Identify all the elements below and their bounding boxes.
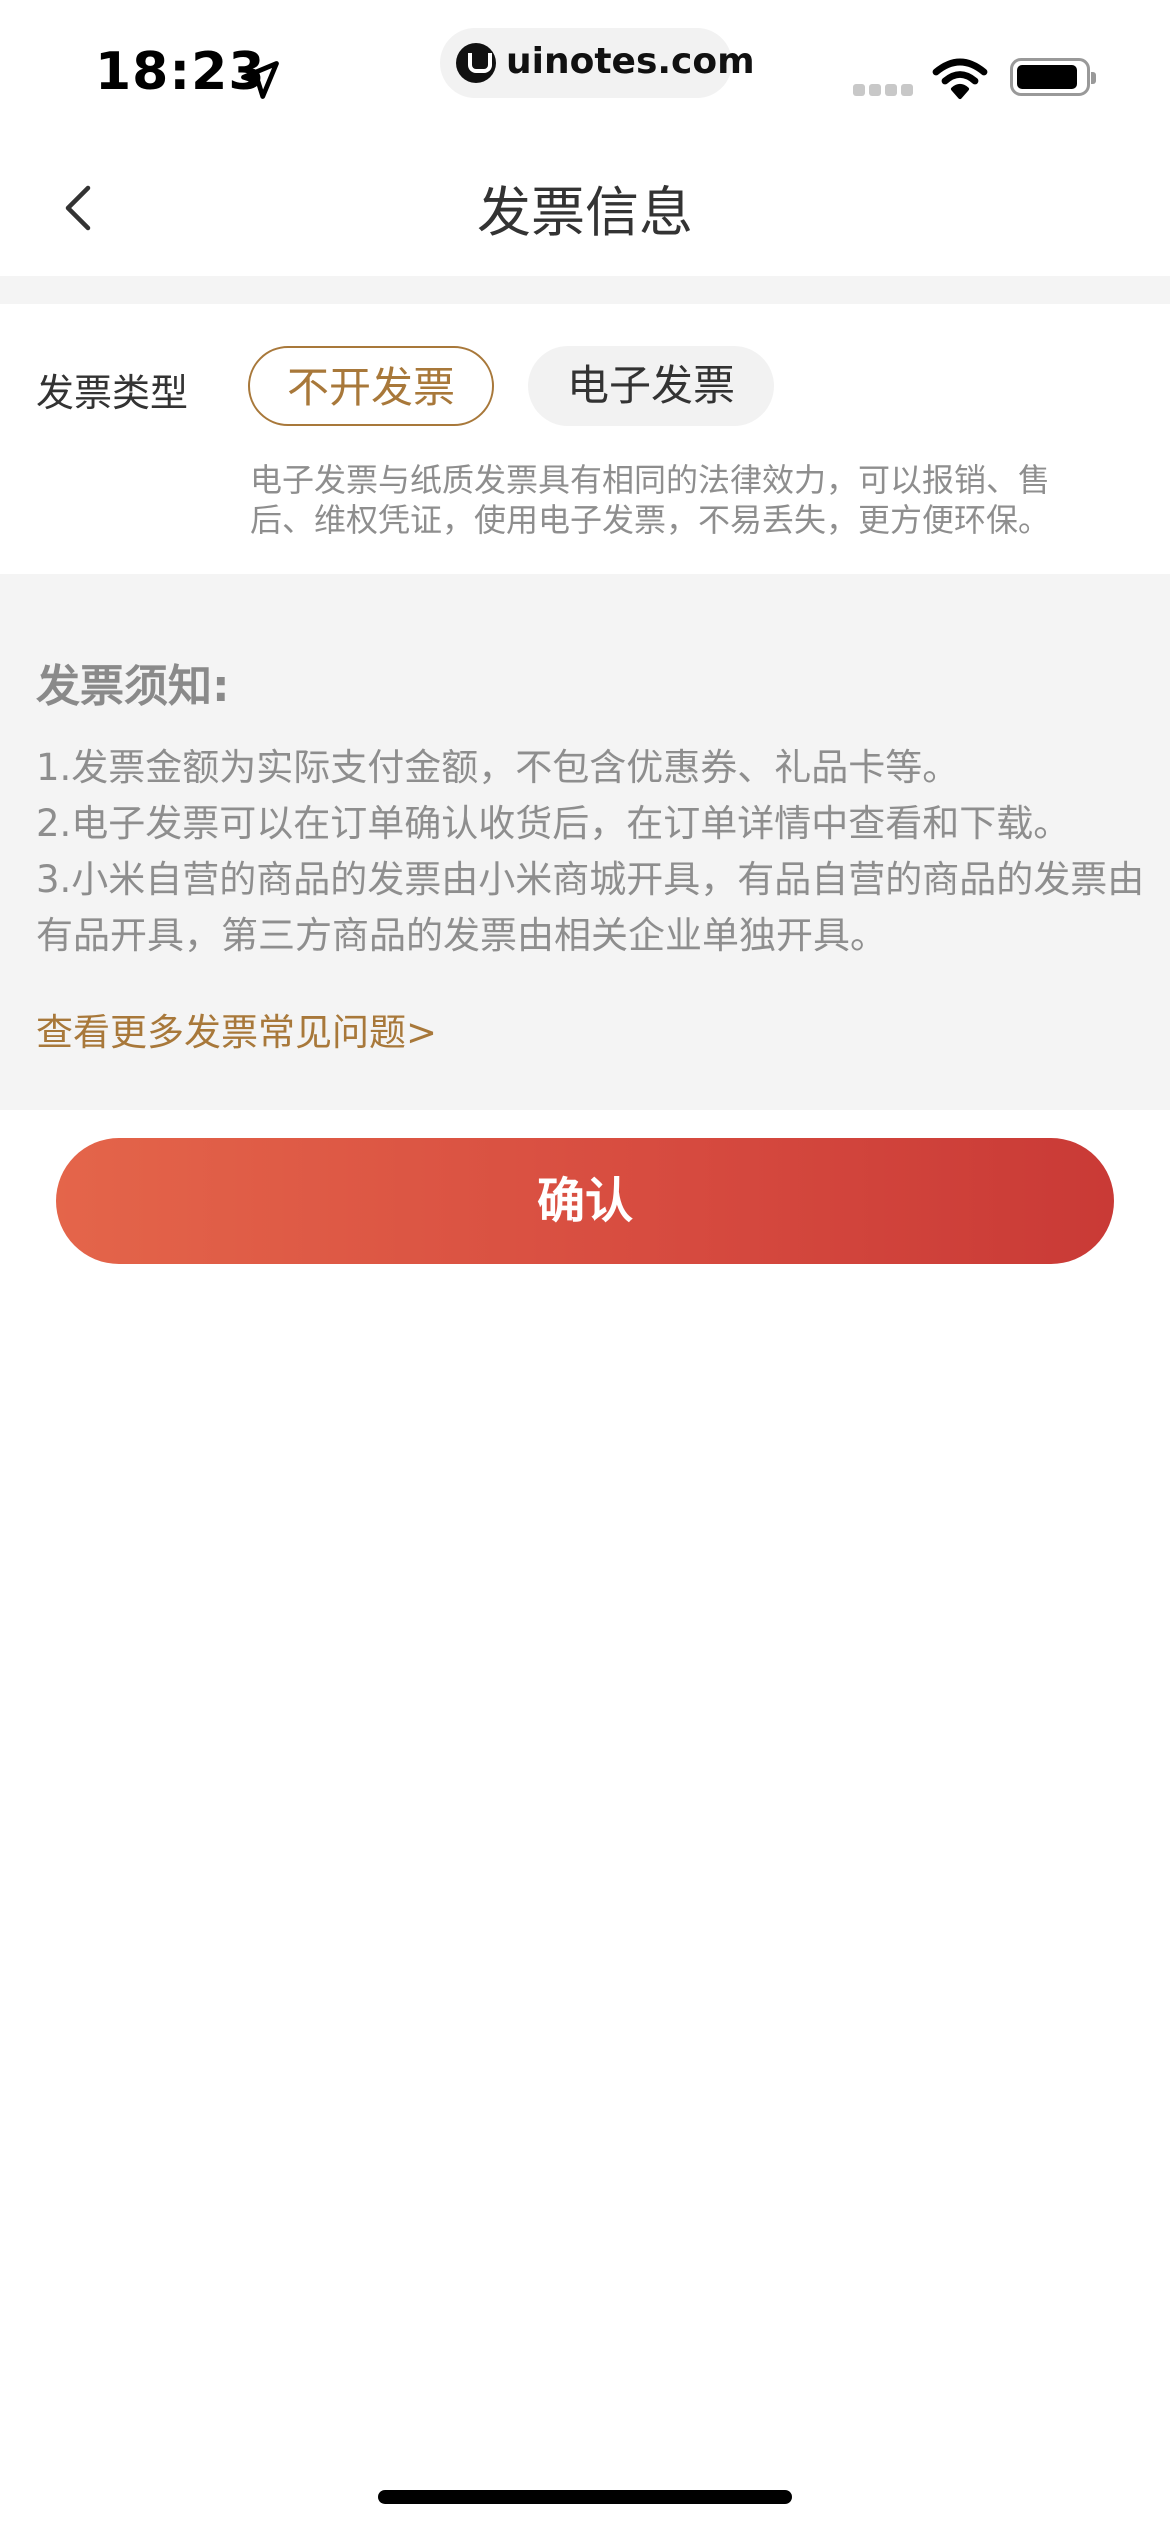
chevron-left-icon (65, 185, 91, 231)
back-button[interactable] (46, 172, 118, 244)
notice-item: 2.电子发票可以在订单确认收货后，在订单详情中查看和下载。 (36, 802, 1071, 845)
option-no-invoice[interactable]: 不开发票 (248, 346, 494, 426)
option-electronic-invoice[interactable]: 电子发票 (528, 346, 774, 426)
wifi-icon (932, 58, 988, 99)
watermark-text: uinotes.com (506, 41, 755, 82)
section-divider (0, 276, 1170, 304)
signal-icon (853, 84, 915, 96)
page-title: 发票信息 (477, 181, 693, 244)
invoice-notice-section: 发票须知: 1.发票金额为实际支付金额，不包含优惠券、礼品卡等。 2.电子发票可… (0, 574, 1170, 1110)
watermark-logo-icon (456, 43, 496, 83)
invoice-type-label: 发票类型 (36, 371, 189, 415)
watermark-badge: uinotes.com (440, 28, 755, 98)
confirm-button[interactable]: 确认 (56, 1138, 1114, 1264)
location-arrow-icon (241, 61, 279, 99)
battery-icon (1010, 58, 1096, 96)
invoice-type-description: 电子发票与纸质发票具有相同的法律效力，可以报销、售后、维权凭证，使用电子发票，不… (250, 461, 1051, 539)
notice-title: 发票须知: (36, 661, 230, 712)
nav-bar: 发票信息 (0, 140, 1170, 276)
notice-item: 1.发票金额为实际支付金额，不包含优惠券、礼品卡等。 (36, 746, 960, 789)
notice-list: 1.发票金额为实际支付金额，不包含优惠券、礼品卡等。 2.电子发票可以在订单确认… (36, 740, 1160, 964)
notice-item: 3.小米自营的商品的发票由小米商城开具，有品自营的商品的发票由有品开具，第三方商… (36, 858, 1145, 957)
faq-link[interactable]: 查看更多发票常见问题> (36, 1002, 437, 1056)
status-bar: 18:23 uinotes.com (0, 0, 1170, 140)
invoice-type-section: 发票类型 不开发票 电子发票 电子发票与纸质发票具有相同的法律效力，可以报销、售… (0, 304, 1170, 574)
home-indicator[interactable] (378, 2490, 792, 2504)
